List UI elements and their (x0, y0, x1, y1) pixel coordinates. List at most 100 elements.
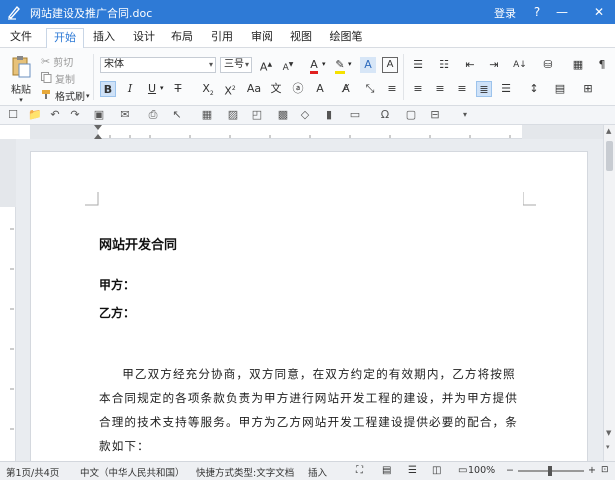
cut-button[interactable]: ✂ 剪切 (41, 54, 73, 69)
align-right-icon[interactable]: ≡ (454, 81, 470, 97)
zoom-slider-thumb[interactable] (548, 466, 552, 476)
decrease-indent-icon[interactable]: ⇤ (462, 57, 478, 73)
close-button[interactable]: ✕ (590, 2, 608, 22)
save-icon[interactable]: ▣ (92, 108, 106, 122)
focus-view-icon[interactable]: ⛶ (356, 465, 363, 476)
phonetic-guide-icon[interactable]: 文 (268, 81, 284, 97)
zoom-in-icon[interactable]: + (588, 465, 596, 476)
insert-mode-indicator[interactable]: 插入 (308, 465, 327, 479)
format-painter-button[interactable]: 格式刷 ▾ (41, 88, 90, 103)
numbering-icon[interactable]: ☷ (436, 57, 452, 73)
font-size-select[interactable]: 三号 ▾ (220, 57, 252, 73)
tab-view[interactable]: 视图 (285, 28, 317, 48)
comment-icon[interactable]: ▢ (404, 108, 418, 122)
line-spacing-icon[interactable]: ↕ (526, 81, 542, 97)
font-color-button[interactable]: A (306, 57, 322, 74)
outline-view-icon[interactable]: ☰ (408, 465, 417, 476)
table-icon[interactable]: ▦ (200, 108, 214, 122)
superscript-button[interactable]: X2 (222, 81, 238, 98)
highlight-button[interactable]: ✎ (332, 57, 348, 74)
document-title[interactable]: 网站开发合同 (99, 234, 177, 253)
clear-format-icon[interactable]: A̸ (338, 81, 354, 97)
vertical-scrollbar[interactable]: ▲ ▼ ▾ (603, 125, 615, 461)
bullets-icon[interactable]: ☰ (410, 57, 426, 73)
align-left-icon[interactable]: ≡ (410, 81, 426, 97)
subscript-button[interactable]: X2 (200, 81, 216, 97)
chevron-down-icon[interactable]: ▾ (160, 84, 164, 92)
read-view-icon[interactable]: ▭ (458, 465, 467, 476)
shrink-font-icon[interactable]: A▼ (280, 57, 296, 73)
bold-button[interactable]: B (100, 81, 116, 97)
tab-home[interactable]: 开始 (46, 28, 84, 49)
tab-design[interactable]: 设计 (128, 28, 160, 48)
customize-icon[interactable]: ▾ (458, 108, 472, 122)
font-name-select[interactable]: 宋体 ▾ (100, 57, 216, 73)
email-icon[interactable]: ✉ (118, 108, 132, 122)
distributed-icon[interactable]: ☰ (498, 81, 514, 97)
fit-page-icon[interactable]: ⊡ (601, 465, 609, 475)
undo-icon[interactable]: ↶ (48, 108, 62, 122)
page-down-icon[interactable]: ▾ (606, 443, 610, 451)
enclose-char-icon[interactable]: ⓐ (290, 81, 306, 97)
textbox-icon[interactable]: ▭ (348, 108, 362, 122)
link-icon[interactable]: ⊟ (428, 108, 442, 122)
chevron-down-icon[interactable]: ▾ (348, 60, 352, 68)
page-view-icon[interactable]: ▤ (382, 465, 391, 476)
scroll-thumb[interactable] (606, 141, 613, 171)
minimize-button[interactable]: — (553, 2, 571, 22)
help-button[interactable]: ? (528, 2, 546, 22)
tab-file[interactable]: 文件 (4, 28, 38, 48)
show-marks-icon[interactable]: ¶ (594, 57, 610, 73)
text-effects-icon[interactable]: A (312, 81, 328, 97)
sort-icon[interactable]: A↓ (512, 57, 528, 73)
border-icon[interactable]: ▦ (570, 57, 586, 73)
increase-indent-icon[interactable]: ⇥ (486, 57, 502, 73)
document-page[interactable]: 网站开发合同 甲方： 乙方： 甲乙双方经充分协商，双方同意，在双方约定的有效期内… (30, 151, 588, 471)
open-folder-icon[interactable]: 📁 (28, 108, 42, 122)
strikethrough-button[interactable]: T (170, 81, 186, 97)
align-center-icon[interactable]: ≡ (432, 81, 448, 97)
symbol-icon[interactable]: Ω (378, 108, 392, 122)
document-canvas[interactable]: 网站开发合同 甲方： 乙方： 甲乙双方经充分协商，双方同意，在双方约定的有效期内… (16, 139, 603, 471)
tab-review[interactable]: 审阅 (246, 28, 278, 48)
redo-icon[interactable]: ↷ (68, 108, 82, 122)
justify-icon[interactable]: ≣ (476, 81, 492, 97)
picture-icon[interactable]: ▨ (226, 108, 240, 122)
text-direction-icon[interactable]: ≡ (384, 81, 400, 97)
clipart-icon[interactable]: ▩ (276, 108, 290, 122)
page-count[interactable]: 第1页/共4页 (6, 465, 59, 479)
zoom-slider-track[interactable] (518, 466, 584, 476)
scroll-up-icon[interactable]: ▲ (606, 127, 611, 135)
table-border-icon[interactable]: ⊞ (580, 81, 596, 97)
party-a-label[interactable]: 甲方： (99, 276, 135, 293)
cursor-icon[interactable]: ↖ (170, 108, 184, 122)
tab-layout[interactable]: 布局 (166, 28, 198, 48)
language-indicator[interactable]: 中文（中华人民共和国） (80, 465, 185, 479)
italic-button[interactable]: I (122, 81, 138, 97)
change-case-icon[interactable]: Aa (246, 81, 262, 97)
paragraph-shading-icon[interactable]: ▤ (552, 81, 568, 97)
underline-button[interactable]: U (144, 81, 160, 97)
party-b-label[interactable]: 乙方： (99, 304, 135, 321)
tab-insert[interactable]: 插入 (88, 28, 120, 48)
body-paragraph[interactable]: 甲乙双方经充分协商，双方同意，在双方约定的有效期内，乙方将按照本合同规定的各项条… (99, 362, 524, 458)
copy-button[interactable]: 复制 (41, 71, 75, 86)
tab-references[interactable]: 引用 (206, 28, 238, 48)
paste-button[interactable]: 粘贴 ▾ (8, 54, 34, 104)
shapes-icon[interactable]: ◇ (298, 108, 312, 122)
grow-font-icon[interactable]: A▲ (258, 57, 274, 74)
char-border-icon[interactable]: A (382, 57, 398, 73)
horizontal-ruler[interactable] (30, 125, 604, 139)
web-view-icon[interactable]: ◫ (432, 465, 441, 476)
tab-drawing-pen[interactable]: 绘图笔 (324, 28, 368, 48)
screenshot-icon[interactable]: ◰ (250, 108, 264, 122)
zoom-level[interactable]: 100% (468, 465, 495, 476)
login-link[interactable]: 登录 (494, 5, 516, 21)
zoom-out-icon[interactable]: − (506, 465, 514, 476)
char-shading-icon[interactable]: A (360, 57, 376, 73)
chevron-down-icon[interactable]: ▾ (322, 60, 326, 68)
char-scale-icon[interactable]: ⤡ (362, 81, 378, 97)
vertical-ruler[interactable] (0, 139, 16, 461)
print-icon[interactable]: ⎙ (146, 108, 160, 122)
scroll-down-icon[interactable]: ▼ (606, 429, 611, 437)
